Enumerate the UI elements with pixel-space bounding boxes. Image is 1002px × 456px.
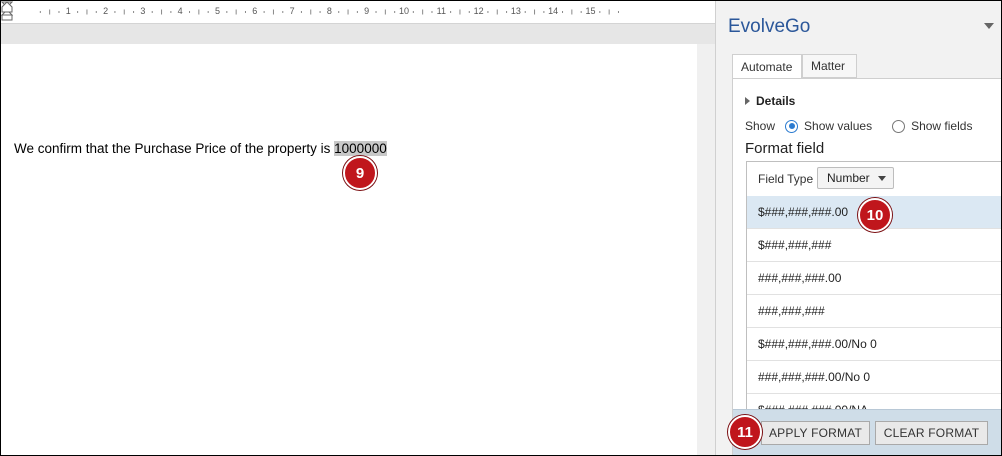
tab-matter[interactable]: Matter [802, 54, 857, 78]
show-values-label[interactable]: Show values [804, 119, 872, 133]
format-option-4[interactable]: ###,###,### [747, 295, 1001, 328]
ruler-number: 8 [326, 6, 332, 16]
ruler-number: 13 [510, 6, 521, 16]
ruler-number: 1 [65, 6, 71, 16]
document-page[interactable] [1, 44, 697, 455]
show-options: Show Show values Show fields [745, 119, 972, 133]
format-option-6[interactable]: ###,###,###.00/No 0 [747, 361, 1001, 394]
ruler-number: 7 [289, 6, 295, 16]
page-gap [1, 24, 715, 44]
details-label: Details [756, 94, 796, 108]
clear-format-button[interactable]: CLEAR FORMAT [875, 421, 988, 445]
ruler-number: 5 [214, 6, 221, 16]
details-expander[interactable]: Details [745, 94, 795, 108]
document-area: 1 2 3 4 5 6 7 8 9 10 11 12 13 14 15 We confirm that th… [1, 1, 715, 455]
field-type-label: Field Type [758, 172, 814, 186]
callout-badge-11: 11 [728, 415, 762, 449]
show-fields-radio[interactable] [892, 119, 906, 133]
tab-automate[interactable]: Automate [732, 54, 802, 79]
ruler-number: 6 [252, 6, 258, 16]
ruler-number: 4 [177, 6, 183, 16]
paragraph-text: We confirm that the Purchase Price of th… [14, 141, 335, 156]
field-type-value: Number [827, 171, 870, 185]
ruler-number: 14 [548, 6, 559, 16]
window: 1 2 3 4 5 6 7 8 9 10 11 12 13 14 15 We confirm that th… [0, 0, 1002, 456]
callout-badge-9: 9 [343, 156, 377, 190]
field-type-select[interactable]: Number [817, 167, 894, 189]
ruler-number: 11 [436, 6, 446, 16]
right-indent-marker-icon[interactable] [1, 1, 13, 13]
pane-title: EvolveGo [728, 16, 811, 37]
field-type-row: Field Type Number [747, 162, 1001, 197]
ruler-number: 9 [364, 6, 370, 16]
ruler-number: 3 [140, 6, 146, 16]
action-bar: APPLY FORMAT CLEAR FORMAT [733, 409, 1001, 455]
ruler-number: 2 [103, 6, 109, 16]
format-option-2[interactable]: $###,###,### [747, 229, 1001, 262]
document-paragraph[interactable]: We confirm that the Purchase Price of th… [14, 141, 387, 156]
format-option-5[interactable]: $###,###,###.00/No 0 [747, 328, 1001, 361]
horizontal-ruler[interactable]: 1 2 3 4 5 6 7 8 9 10 11 12 13 14 15 [1, 1, 715, 24]
callout-badge-10: 10 [858, 198, 892, 232]
ruler-number: 10 [398, 6, 410, 16]
show-label: Show [745, 119, 776, 133]
ruler-number: 12 [473, 6, 484, 16]
show-values-radio[interactable] [785, 119, 799, 133]
vertical-scrollbar[interactable] [697, 44, 715, 455]
chevron-down-icon [878, 176, 886, 181]
automate-panel: Details Show Show values Show fields For… [732, 78, 1001, 455]
pane-options-chevron-down-icon[interactable] [984, 23, 994, 29]
purchase-price-field[interactable]: 1000000 [334, 141, 387, 156]
format-option-3[interactable]: ###,###,###.00 [747, 262, 1001, 295]
evolvego-task-pane: EvolveGo Automate Matter Details Show Sh… [715, 1, 1001, 455]
format-field-heading: Format field [745, 140, 825, 157]
expand-triangle-icon [745, 97, 750, 105]
show-fields-label[interactable]: Show fields [911, 119, 972, 133]
ruler-number: 15 [585, 6, 596, 16]
apply-format-button[interactable]: APPLY FORMAT [761, 421, 870, 445]
format-option-7[interactable]: $###,###,###.00/NA [747, 394, 1001, 410]
